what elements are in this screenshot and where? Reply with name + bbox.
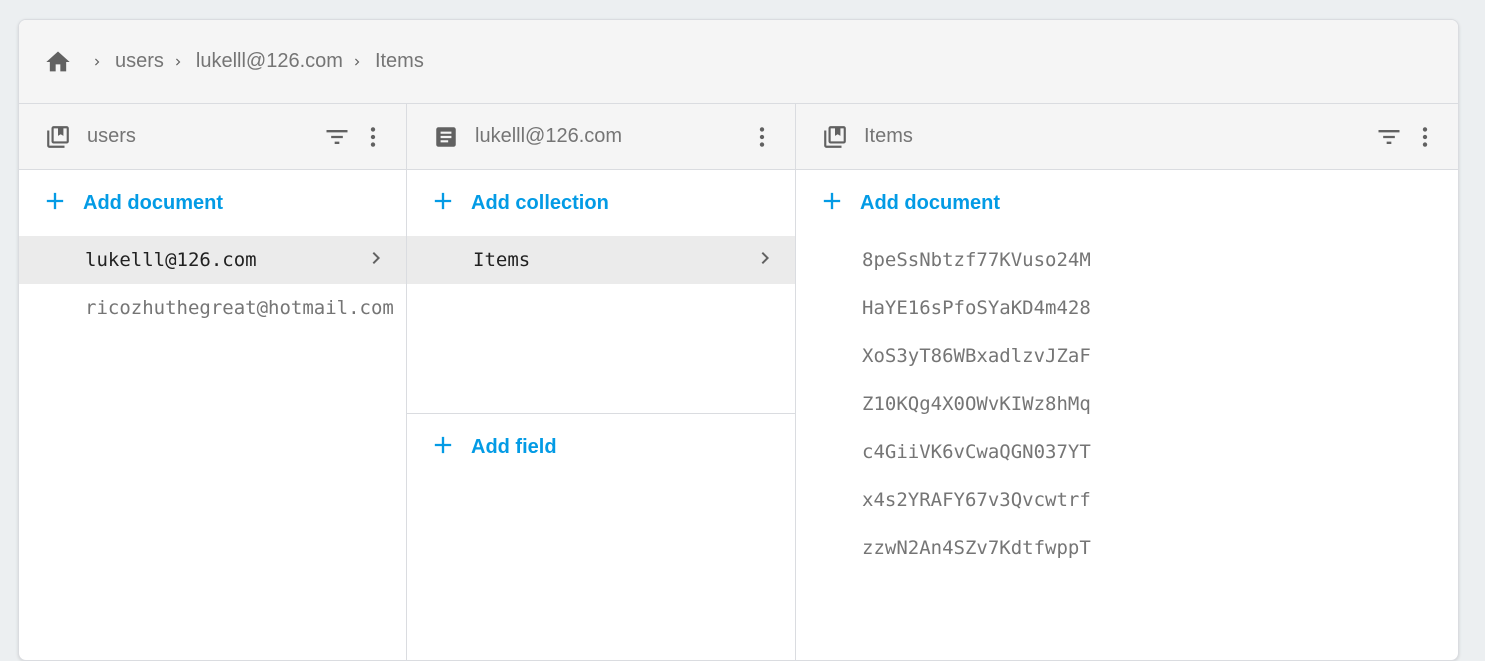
document-id: ricozhuthegreat@hotmail.com xyxy=(85,297,394,319)
document-list-item[interactable]: x4s2YRAFY67v3Qvcwtrf xyxy=(796,476,1458,524)
collection-panel-items: Items Add document 8peSsNbtzf77KVuso24M … xyxy=(796,104,1458,660)
document-list-item[interactable]: lukelll@126.com xyxy=(19,236,406,284)
plus-icon xyxy=(41,187,69,220)
document-list-item[interactable]: 8peSsNbtzf77KVuso24M xyxy=(796,236,1458,284)
document-panel: lukelll@126.com Add collection Items Add… xyxy=(407,104,796,660)
plus-icon xyxy=(429,187,457,220)
chevron-right-icon xyxy=(89,54,105,70)
filter-icon[interactable] xyxy=(1374,122,1404,152)
document-id: HaYE16sPfoSYaKD4m428 xyxy=(862,297,1091,319)
more-vert-icon[interactable] xyxy=(358,122,388,152)
more-vert-icon[interactable] xyxy=(747,122,777,152)
document-id: Z10KQg4X0OWvKIWz8hMq xyxy=(862,393,1091,415)
panel-title: Items xyxy=(864,125,913,147)
chevron-right-icon xyxy=(364,246,388,275)
document-id: c4GiiVK6vCwaQGN037YT xyxy=(862,441,1091,463)
panel-title: users xyxy=(87,125,136,147)
panel-title: lukelll@126.com xyxy=(475,125,623,147)
breadcrumb: users lukelll@126.com Items xyxy=(19,20,1458,104)
add-document-label: Add document xyxy=(83,191,223,214)
collection-icon xyxy=(820,122,850,152)
subcollection-name: Items xyxy=(473,249,531,271)
document-id: zzwN2An4SZv7KdtfwppT xyxy=(862,537,1091,559)
panel-header: lukelll@126.com xyxy=(407,104,795,170)
document-list-item[interactable]: Z10KQg4X0OWvKIWz8hMq xyxy=(796,380,1458,428)
document-list-item[interactable]: ricozhuthegreat@hotmail.com xyxy=(19,284,406,332)
filter-icon[interactable] xyxy=(322,122,352,152)
add-document-label: Add document xyxy=(860,191,1000,214)
document-id: lukelll@126.com xyxy=(85,249,257,271)
breadcrumb-item-items[interactable]: Items xyxy=(375,50,424,73)
plus-icon xyxy=(818,187,846,220)
add-collection-label: Add collection xyxy=(471,191,609,214)
breadcrumb-item-document[interactable]: lukelll@126.com xyxy=(196,50,343,73)
document-list-item[interactable]: XoS3yT86WBxadlzvJZaF xyxy=(796,332,1458,380)
document-id: XoS3yT86WBxadlzvJZaF xyxy=(862,345,1091,367)
panels-container: users Add document lukelll@126.com ricoz… xyxy=(19,104,1458,660)
add-field-label: Add field xyxy=(471,435,557,458)
chevron-right-icon xyxy=(349,54,365,70)
document-icon xyxy=(431,122,461,152)
document-id: 8peSsNbtzf77KVuso24M xyxy=(862,249,1091,271)
add-document-button[interactable]: Add document xyxy=(796,170,1458,236)
add-field-button[interactable]: Add field xyxy=(407,414,795,480)
home-icon[interactable] xyxy=(43,47,73,77)
breadcrumb-item-users[interactable]: users xyxy=(115,50,164,73)
chevron-right-icon xyxy=(170,54,186,70)
panel-header: users xyxy=(19,104,406,170)
subcollection-list-item[interactable]: Items xyxy=(407,236,795,284)
add-collection-button[interactable]: Add collection xyxy=(407,170,795,236)
document-id: x4s2YRAFY67v3Qvcwtrf xyxy=(862,489,1091,511)
firestore-data-card: users lukelll@126.com Items users Add do… xyxy=(18,19,1459,661)
more-vert-icon[interactable] xyxy=(1410,122,1440,152)
chevron-right-icon xyxy=(753,246,777,275)
document-list-item[interactable]: c4GiiVK6vCwaQGN037YT xyxy=(796,428,1458,476)
add-document-button[interactable]: Add document xyxy=(19,170,406,236)
panel-header: Items xyxy=(796,104,1458,170)
document-list-item[interactable]: zzwN2An4SZv7KdtfwppT xyxy=(796,524,1458,572)
collection-panel-users: users Add document lukelll@126.com ricoz… xyxy=(19,104,407,660)
plus-icon xyxy=(429,431,457,464)
document-list-item[interactable]: HaYE16sPfoSYaKD4m428 xyxy=(796,284,1458,332)
collection-icon xyxy=(43,122,73,152)
